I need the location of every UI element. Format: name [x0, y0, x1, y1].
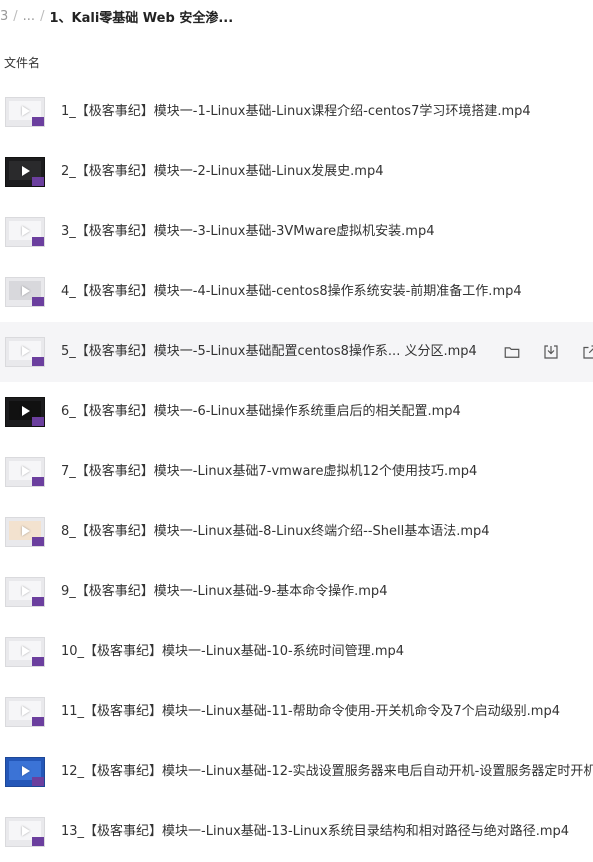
file-name[interactable]: 1_【极客事纪】模块一-1-Linux基础-Linux课程介绍-centos7学…	[61, 82, 531, 142]
download-icon[interactable]	[539, 340, 563, 364]
video-thumbnail	[5, 577, 45, 607]
breadcrumb-ellipsis[interactable]: ...	[23, 9, 35, 24]
video-thumbnail	[5, 157, 45, 187]
play-icon	[22, 346, 30, 356]
file-row[interactable]: 7_【极客事纪】模块一-Linux基础7-vmware虚拟机12个使用技巧.mp…	[0, 442, 593, 502]
play-icon	[22, 646, 30, 656]
column-header-label: 文件名	[4, 55, 41, 70]
column-header-filename[interactable]: 文件名	[4, 52, 40, 72]
play-icon	[22, 406, 30, 416]
file-row[interactable]: 6_【极客事纪】模块一-6-Linux基础操作系统重启后的相关配置.mp4	[0, 382, 593, 442]
breadcrumb-separator: /	[13, 8, 18, 24]
play-icon	[22, 826, 30, 836]
file-name[interactable]: 7_【极客事纪】模块一-Linux基础7-vmware虚拟机12个使用技巧.mp…	[61, 442, 477, 502]
file-row[interactable]: 10_【极客事纪】模块一-Linux基础-10-系统时间管理.mp4	[0, 622, 593, 682]
breadcrumb-separator: /	[40, 8, 45, 24]
video-thumbnail	[5, 817, 45, 847]
play-icon	[22, 526, 30, 536]
video-thumbnail	[5, 457, 45, 487]
file-row[interactable]: 12_【极客事纪】模块一-Linux基础-12-实战设置服务器来电后自动开机-设…	[0, 742, 593, 802]
breadcrumb: 3 / ... / 1、Kali零基础 Web 安全渗...	[0, 0, 593, 32]
file-name[interactable]: 12_【极客事纪】模块一-Linux基础-12-实战设置服务器来电后自动开机-设…	[61, 742, 593, 802]
breadcrumb-root[interactable]: 3	[0, 9, 8, 24]
file-row[interactable]: 9_【极客事纪】模块一-Linux基础-9-基本命令操作.mp4	[0, 562, 593, 622]
file-name[interactable]: 11_【极客事纪】模块一-Linux基础-11-帮助命令使用-开关机命令及7个启…	[61, 682, 560, 742]
video-thumbnail	[5, 397, 45, 427]
video-thumbnail	[5, 517, 45, 547]
video-thumbnail	[5, 337, 45, 367]
play-icon	[22, 166, 30, 176]
video-thumbnail	[5, 277, 45, 307]
file-name[interactable]: 5_【极客事纪】模块一-5-Linux基础配置centos8操作系... 义分区…	[61, 322, 477, 382]
play-icon	[22, 286, 30, 296]
folder-icon[interactable]	[500, 340, 524, 364]
video-thumbnail	[5, 757, 45, 787]
file-name[interactable]: 3_【极客事纪】模块一-3-Linux基础-3VMware虚拟机安装.mp4	[61, 202, 435, 262]
video-thumbnail	[5, 97, 45, 127]
file-list: 1_【极客事纪】模块一-1-Linux基础-Linux课程介绍-centos7学…	[0, 82, 593, 862]
play-icon	[22, 106, 30, 116]
file-row[interactable]: 11_【极客事纪】模块一-Linux基础-11-帮助命令使用-开关机命令及7个启…	[0, 682, 593, 742]
play-icon	[22, 766, 30, 776]
row-actions	[500, 340, 593, 364]
file-row[interactable]: 8_【极客事纪】模块一-Linux基础-8-Linux终端介绍--Shell基本…	[0, 502, 593, 562]
file-name[interactable]: 13_【极客事纪】模块一-Linux基础-13-Linux系统目录结构和相对路径…	[61, 802, 569, 862]
file-row[interactable]: 2_【极客事纪】模块一-2-Linux基础-Linux发展史.mp4	[0, 142, 593, 202]
file-name[interactable]: 8_【极客事纪】模块一-Linux基础-8-Linux终端介绍--Shell基本…	[61, 502, 490, 562]
video-thumbnail	[5, 697, 45, 727]
file-name[interactable]: 9_【极客事纪】模块一-Linux基础-9-基本命令操作.mp4	[61, 562, 387, 622]
play-icon	[22, 586, 30, 596]
file-row-hovered[interactable]: 5_【极客事纪】模块一-5-Linux基础配置centos8操作系... 义分区…	[0, 322, 593, 382]
file-row[interactable]: 3_【极客事纪】模块一-3-Linux基础-3VMware虚拟机安装.mp4	[0, 202, 593, 262]
file-row[interactable]: 4_【极客事纪】模块一-4-Linux基础-centos8操作系统安装-前期准备…	[0, 262, 593, 322]
file-name[interactable]: 4_【极客事纪】模块一-4-Linux基础-centos8操作系统安装-前期准备…	[61, 262, 522, 322]
file-name[interactable]: 6_【极客事纪】模块一-6-Linux基础操作系统重启后的相关配置.mp4	[61, 382, 461, 442]
file-row[interactable]: 1_【极客事纪】模块一-1-Linux基础-Linux课程介绍-centos7学…	[0, 82, 593, 142]
play-icon	[22, 466, 30, 476]
video-thumbnail	[5, 217, 45, 247]
file-row[interactable]: 13_【极客事纪】模块一-Linux基础-13-Linux系统目录结构和相对路径…	[0, 802, 593, 862]
file-name[interactable]: 2_【极客事纪】模块一-2-Linux基础-Linux发展史.mp4	[61, 142, 384, 202]
play-icon	[22, 226, 30, 236]
share-icon[interactable]	[578, 340, 593, 364]
play-icon	[22, 706, 30, 716]
video-thumbnail	[5, 637, 45, 667]
file-name[interactable]: 10_【极客事纪】模块一-Linux基础-10-系统时间管理.mp4	[61, 622, 404, 682]
breadcrumb-current-folder: 1、Kali零基础 Web 安全渗...	[49, 10, 234, 26]
